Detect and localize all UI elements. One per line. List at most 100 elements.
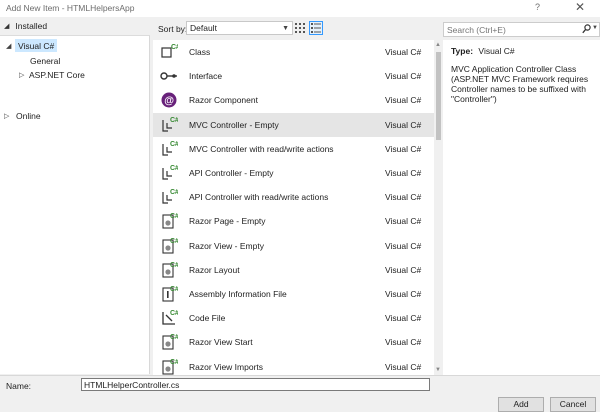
template-item-language: Visual C# bbox=[385, 240, 422, 251]
template-item-name: Assembly Information File bbox=[189, 289, 287, 299]
template-item-language: Visual C# bbox=[385, 216, 422, 227]
template-item-name: Code File bbox=[189, 313, 226, 324]
template-item[interactable]: C# Razor Page - Empty Visual C# bbox=[153, 209, 435, 233]
template-item[interactable]: C# API Controller - Empty Visual C# bbox=[153, 161, 435, 185]
search-box[interactable]: ▼ bbox=[443, 22, 600, 37]
code-file-icon: C# bbox=[160, 309, 179, 327]
collapsed-arrow-icon: ▷ bbox=[4, 112, 10, 120]
template-item-name: Razor Page - Empty bbox=[189, 216, 266, 227]
template-item[interactable]: @ Razor Component Visual C# bbox=[153, 88, 435, 112]
template-list: C# Class Visual C# Interface Visual C# @ Razor… bbox=[153, 40, 435, 375]
template-item[interactable]: C# API Controller with read/write actions… bbox=[153, 185, 435, 209]
template-item[interactable]: C# Razor View Start Visual C# bbox=[153, 330, 435, 354]
details-type-key: Type: bbox=[451, 46, 474, 56]
template-item-name: MVC Controller with read/write actions bbox=[189, 143, 334, 154]
tree-item-general[interactable]: General bbox=[30, 54, 60, 67]
tree-item-label: ASP.NET Core bbox=[29, 69, 85, 80]
sort-by-dropdown[interactable]: Default ▼ bbox=[186, 21, 293, 35]
template-item-name: Razor View - Empty bbox=[189, 240, 264, 251]
search-icon[interactable] bbox=[582, 24, 591, 34]
template-item-language: Visual C# bbox=[385, 71, 422, 82]
grid-view-icon bbox=[295, 23, 305, 33]
installed-header[interactable]: ◢ Installed bbox=[0, 17, 150, 36]
svg-text:C#: C# bbox=[170, 117, 178, 124]
details-pane: Type: Visual C# MVC Application Controll… bbox=[443, 40, 600, 375]
razor-page-icon: C# bbox=[160, 333, 179, 351]
template-item[interactable]: C# Razor View - Empty Visual C# bbox=[153, 234, 435, 258]
sort-by-label: Sort by: bbox=[158, 24, 188, 34]
tree-item-aspnet-core[interactable]: ▷ ASP.NET Core bbox=[19, 68, 85, 81]
template-item[interactable]: C# Razor View Imports Visual C# bbox=[153, 355, 435, 375]
template-item-language: Visual C# bbox=[385, 95, 422, 106]
installed-label: Installed bbox=[15, 21, 48, 31]
template-item-name: API Controller - Empty bbox=[189, 168, 274, 178]
tree-item-visual-csharp[interactable]: Visual C# bbox=[15, 39, 58, 52]
scroll-up-icon[interactable]: ▲ bbox=[435, 42, 441, 48]
controller-icon: C# bbox=[160, 116, 179, 134]
template-item-language: Visual C# bbox=[385, 361, 422, 372]
template-item-name: Class bbox=[189, 47, 211, 57]
name-label: Name: bbox=[6, 381, 32, 391]
tree-item-online[interactable]: ▷ Online bbox=[0, 109, 41, 122]
template-item-name: MVC Controller - Empty bbox=[189, 119, 279, 130]
razor-page-icon: C# bbox=[160, 212, 179, 230]
scrollbar-thumb[interactable] bbox=[436, 52, 441, 140]
svg-text:C#: C# bbox=[170, 189, 178, 196]
template-item[interactable]: C# Assembly Information File Visual C# bbox=[153, 282, 435, 306]
template-item[interactable]: Interface Visual C# bbox=[153, 64, 435, 88]
template-item-name: Razor View Imports bbox=[189, 361, 264, 372]
tree-expander-visual-csharp[interactable]: ◢ bbox=[6, 39, 15, 52]
template-item[interactable]: C# Class Visual C# bbox=[153, 40, 435, 64]
controller-icon: C# bbox=[160, 140, 179, 158]
svg-text:C#: C# bbox=[170, 310, 178, 317]
svg-text:C#: C# bbox=[170, 359, 178, 366]
assembly-info-icon: C# bbox=[160, 285, 179, 303]
template-item-language: Visual C# bbox=[385, 264, 422, 275]
controller-icon: C# bbox=[160, 188, 179, 206]
close-button[interactable]: ✕ bbox=[568, 0, 592, 16]
template-item-name: Razor Layout bbox=[189, 264, 240, 275]
controller-icon: C# bbox=[160, 164, 179, 182]
scroll-down-icon[interactable]: ▼ bbox=[435, 367, 441, 373]
details-type-value: Visual C# bbox=[478, 46, 515, 56]
template-item[interactable]: C# Code File Visual C# bbox=[153, 306, 435, 330]
grid-view-button[interactable] bbox=[293, 21, 307, 35]
template-item-name: Razor Component bbox=[189, 95, 258, 106]
template-item-name: API Controller with read/write actions bbox=[189, 192, 329, 203]
cancel-button[interactable]: Cancel bbox=[550, 397, 596, 412]
template-item[interactable]: C# Razor Layout Visual C# bbox=[153, 258, 435, 282]
razor-page-icon: C# bbox=[160, 237, 179, 255]
template-item[interactable]: C# MVC Controller with read/write actions… bbox=[153, 137, 435, 161]
template-item-name: Razor View Start bbox=[189, 337, 253, 348]
template-item-language: Visual C# bbox=[385, 143, 422, 154]
sort-by-value: Default bbox=[190, 23, 217, 33]
details-description: MVC Application Controller Class (ASP.NE… bbox=[451, 64, 589, 104]
template-item-name: Interface bbox=[189, 71, 223, 82]
template-list-scrollbar[interactable]: ▲ ▼ bbox=[434, 40, 443, 375]
search-input[interactable] bbox=[444, 23, 574, 36]
razor-page-icon: C# bbox=[160, 261, 179, 279]
help-button[interactable]: ? bbox=[535, 2, 540, 12]
template-item-language: Visual C# bbox=[385, 168, 422, 178]
name-field[interactable] bbox=[81, 378, 430, 391]
svg-text:C#: C# bbox=[170, 141, 178, 148]
razor-component-icon: @ bbox=[160, 91, 178, 109]
details-type-line: Type: Visual C# bbox=[451, 46, 592, 56]
template-item[interactable]: C# MVC Controller - Empty Visual C# bbox=[153, 112, 435, 137]
template-item-language: Visual C# bbox=[385, 337, 422, 348]
list-view-button[interactable] bbox=[309, 21, 323, 35]
window-title: Add New Item - HTMLHelpersApp bbox=[6, 3, 135, 13]
tree-item-label: Online bbox=[16, 110, 41, 121]
svg-text:C#: C# bbox=[170, 334, 178, 341]
svg-text:C#: C# bbox=[170, 165, 178, 172]
interface-icon bbox=[160, 67, 178, 85]
svg-text:C#: C# bbox=[170, 262, 178, 269]
list-view-icon bbox=[311, 23, 321, 33]
caret-down-icon: ◢ bbox=[4, 23, 10, 30]
tree-item-label: General bbox=[30, 55, 61, 66]
search-options-dropdown-icon[interactable]: ▼ bbox=[592, 25, 598, 31]
add-button[interactable]: Add bbox=[498, 397, 544, 412]
sort-toolbar: Sort by: Default ▼ bbox=[152, 17, 440, 41]
title-bar: Add New Item - HTMLHelpersApp ? ✕ bbox=[0, 0, 600, 17]
svg-text:C#: C# bbox=[171, 44, 178, 51]
